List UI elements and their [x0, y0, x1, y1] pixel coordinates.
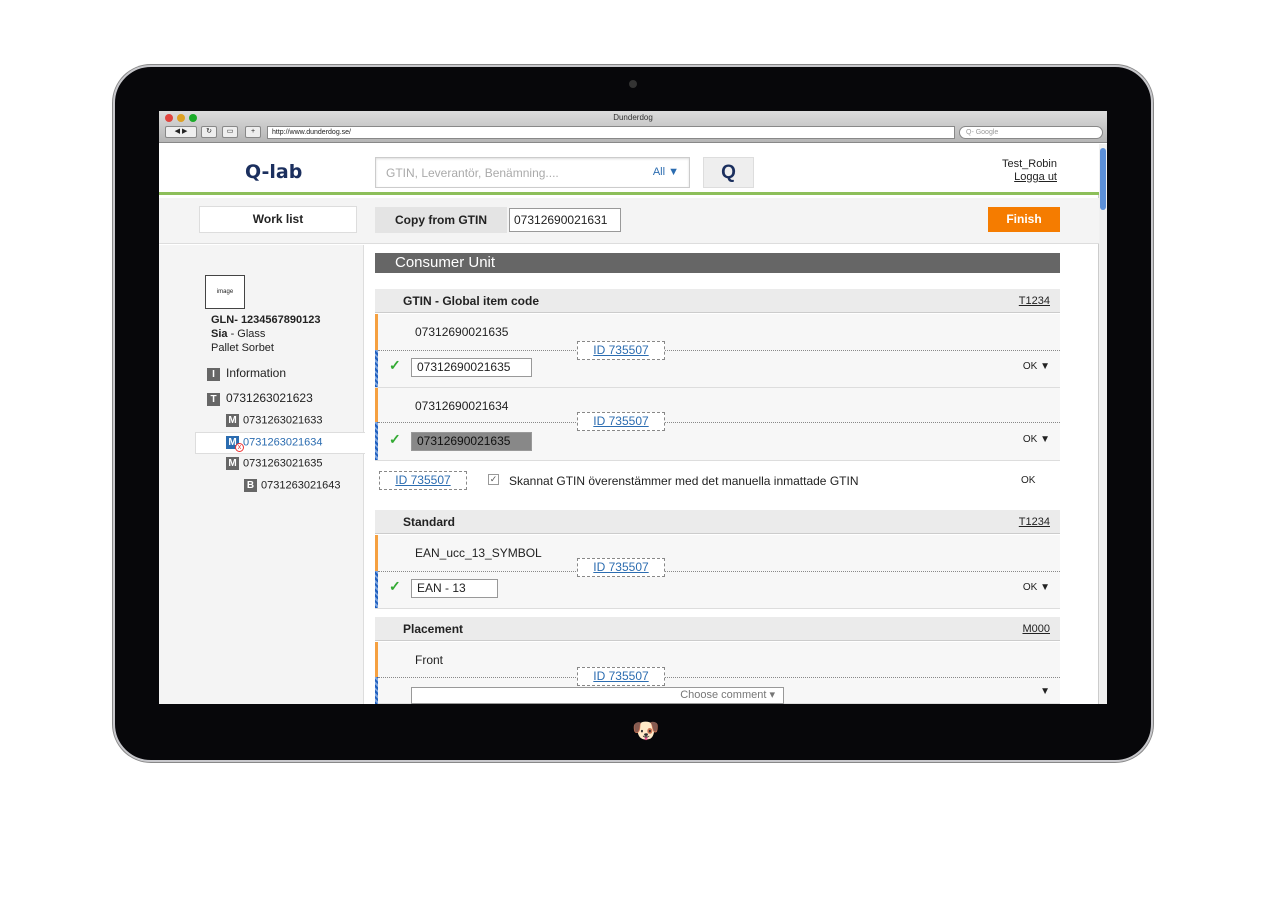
sidebar-item-t[interactable]: T 0731263021623 [207, 391, 313, 406]
id-link[interactable]: ID 735507 [577, 667, 665, 686]
field-row: EAN_ucc_13_SYMBOL ID 735507 ✓ EAN - 13 O… [375, 535, 1060, 609]
check-icon: ✓ [389, 578, 401, 594]
badge-icon: B [244, 479, 257, 492]
back-forward-button[interactable]: ◀ ▶ [165, 126, 197, 138]
search-placeholder: GTIN, Leverantör, Benämning.... [386, 166, 559, 180]
status-dropdown[interactable]: OK ▼ [1023, 434, 1050, 445]
dog-logo-icon: 🐶 [632, 718, 660, 743]
url-bar[interactable]: http://www.dunderdog.se/ [267, 126, 955, 139]
error-icon: x [235, 443, 244, 452]
user-info: Test_Robin Logga ut [1002, 158, 1057, 184]
product-name: Pallet Sorbet [211, 342, 274, 354]
screen: Dunderdog ◀ ▶ ↻ ▭ + http://www.dunderdog… [159, 111, 1107, 704]
sidebar-item-information[interactable]: I Information [207, 366, 286, 381]
id-link[interactable]: ID 735507 [577, 341, 665, 360]
window-title: Dunderdog [613, 113, 653, 122]
id-link[interactable]: ID 735507 [577, 412, 665, 431]
gtin-input[interactable]: 07312690021635 [411, 432, 532, 451]
section-code-link[interactable]: T1234 [1019, 510, 1050, 534]
section-header-placement: Placement M000 [375, 617, 1060, 641]
section-header-gtin: GTIN - Global item code T1234 [375, 289, 1060, 313]
search-button[interactable]: Q [703, 157, 754, 188]
work-list-button[interactable]: Work list [199, 206, 357, 233]
section-header-standard: Standard T1234 [375, 510, 1060, 534]
sidebar-item-m1[interactable]: M 0731263021633 [226, 414, 323, 427]
camera-icon [629, 80, 637, 88]
field-label: 07312690021634 [415, 399, 509, 413]
reload-icon[interactable]: ↻ [201, 126, 217, 138]
bookmark-icon[interactable]: ▭ [222, 126, 238, 138]
check-icon: ✓ [389, 431, 401, 447]
section-code-link[interactable]: T1234 [1019, 289, 1050, 313]
field-row: Front ID 735507 Choose comment ▾ ▼ [375, 642, 1060, 704]
check-status: OK [1021, 475, 1036, 486]
check-row: ID 735507 ✓ Skannat GTIN överenstämmer m… [375, 462, 1060, 500]
badge-icon: I [207, 367, 220, 381]
match-checkbox[interactable]: ✓ [488, 474, 499, 485]
status-dropdown[interactable]: OK ▼ [1023, 361, 1050, 372]
comment-select[interactable]: Choose comment ▾ [411, 687, 784, 704]
standard-input[interactable]: EAN - 13 [411, 579, 498, 598]
field-label: Front [415, 653, 444, 667]
copy-gtin-input[interactable]: 07312690021631 [509, 208, 621, 232]
badge-icon: M [226, 414, 239, 427]
logout-link[interactable]: Logga ut [1014, 171, 1057, 183]
badge-icon: M [226, 457, 239, 470]
status-dropdown[interactable]: ▼ [1040, 686, 1050, 697]
product-image-placeholder: image [205, 275, 245, 309]
field-label: EAN_ucc_13_SYMBOL [415, 546, 542, 560]
field-row: 07312690021635 ID 735507 ✓ 0731269002163… [375, 314, 1060, 388]
status-dropdown[interactable]: OK ▼ [1023, 582, 1050, 593]
add-tab-icon[interactable]: + [245, 126, 261, 138]
sidebar-item-m3[interactable]: M 0731263021635 [226, 457, 323, 470]
id-link[interactable]: ID 735507 [379, 471, 467, 490]
app-logo[interactable]: Q-lab [245, 161, 302, 183]
sidebar-item-m2[interactable]: M 0731263021634 x [226, 436, 323, 452]
id-link[interactable]: ID 735507 [577, 558, 665, 577]
check-text: Skannat GTIN överenstämmer med det manue… [509, 474, 859, 488]
finish-button[interactable]: Finish [988, 207, 1060, 232]
gln: GLN- 1234567890123 [211, 314, 321, 326]
consumer-unit-title: Consumer Unit [375, 253, 1060, 273]
field-row: 07312690021634 ID 735507 ✓ 0731269002163… [375, 388, 1060, 461]
browser-search-input[interactable]: Q- Google [959, 126, 1103, 139]
check-icon: ✓ [389, 357, 401, 373]
copy-from-gtin-button[interactable]: Copy from GTIN [375, 207, 507, 233]
section-code-link[interactable]: M000 [1022, 617, 1050, 641]
supplier: Sia - Glass [211, 328, 266, 340]
badge-icon: T [207, 392, 220, 406]
browser-chrome: Dunderdog ◀ ▶ ↻ ▭ + http://www.dunderdog… [159, 111, 1107, 143]
field-label: 07312690021635 [415, 325, 509, 339]
search-input[interactable]: GTIN, Leverantör, Benämning.... All ▼ [375, 157, 690, 188]
scrollbar[interactable] [1098, 144, 1107, 704]
username: Test_Robin [1001, 158, 1057, 170]
gtin-input[interactable]: 07312690021635 [411, 358, 532, 377]
sidebar-item-b[interactable]: B 0731263021643 [244, 479, 341, 492]
filter-dropdown[interactable]: All ▼ [653, 166, 679, 178]
